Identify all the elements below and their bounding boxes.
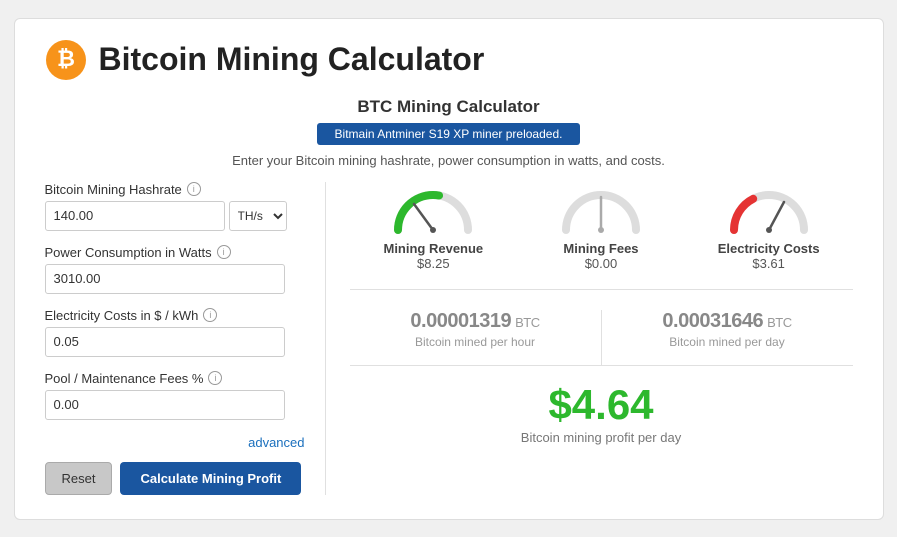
subtitle-desc: Enter your Bitcoin mining hashrate, powe… — [45, 153, 853, 168]
btc-per-hour: 0.00001319BTC Bitcoin mined per hour — [350, 310, 602, 365]
hashrate-input-row: TH/s GH/s MH/s — [45, 201, 305, 231]
btc-hour-amount: 0.00001319BTC — [350, 310, 601, 333]
btc-hour-desc: Bitcoin mined per hour — [350, 335, 601, 349]
miner-badge: Bitmain Antminer S19 XP miner preloaded. — [317, 123, 581, 145]
gauge-revenue-svg — [388, 182, 478, 237]
electricity-label: Electricity Costs in $ / kWh i — [45, 308, 305, 323]
right-panel: Mining Revenue $8.25 Mining Fees $0.00 — [325, 182, 853, 495]
gauge-revenue-value: $8.25 — [373, 256, 493, 271]
subtitle-title: BTC Mining Calculator — [45, 97, 853, 117]
gauge-fees-svg — [556, 182, 646, 237]
power-group: Power Consumption in Watts i — [45, 245, 305, 294]
hashrate-unit-select[interactable]: TH/s GH/s MH/s — [229, 201, 287, 231]
main-card: ₿ Bitcoin Mining Calculator BTC Mining C… — [14, 18, 884, 520]
hashrate-group: Bitcoin Mining Hashrate i TH/s GH/s MH/s — [45, 182, 305, 231]
gauge-fees: Mining Fees $0.00 — [541, 182, 661, 271]
gauge-electricity-label: Electricity Costs — [709, 241, 829, 256]
profit-section: $4.64 Bitcoin mining profit per day — [350, 384, 853, 445]
electricity-group: Electricity Costs in $ / kWh i — [45, 308, 305, 357]
fees-info-icon[interactable]: i — [208, 371, 222, 385]
fees-input[interactable] — [45, 390, 285, 420]
btc-day-desc: Bitcoin mined per day — [602, 335, 853, 349]
gauge-electricity: Electricity Costs $3.61 — [709, 182, 829, 271]
reset-button[interactable]: Reset — [45, 462, 113, 495]
profit-desc: Bitcoin mining profit per day — [350, 430, 853, 445]
left-panel: Bitcoin Mining Hashrate i TH/s GH/s MH/s… — [45, 182, 325, 495]
calculate-button[interactable]: Calculate Mining Profit — [120, 462, 301, 495]
power-label: Power Consumption in Watts i — [45, 245, 305, 260]
hashrate-label: Bitcoin Mining Hashrate i — [45, 182, 305, 197]
gauge-electricity-value: $3.61 — [709, 256, 829, 271]
header: ₿ Bitcoin Mining Calculator — [45, 39, 853, 81]
svg-text:₿: ₿ — [57, 46, 75, 71]
advanced-link-container: advanced — [45, 434, 305, 452]
subtitle-section: BTC Mining Calculator Bitmain Antminer S… — [45, 97, 853, 168]
profit-value: $4.64 — [350, 384, 853, 426]
buttons-row: Reset Calculate Mining Profit — [45, 462, 305, 495]
btc-per-day: 0.00031646BTC Bitcoin mined per day — [602, 310, 853, 365]
main-layout: Bitcoin Mining Hashrate i TH/s GH/s MH/s… — [45, 182, 853, 495]
fees-label: Pool / Maintenance Fees % i — [45, 371, 305, 386]
hashrate-input[interactable] — [45, 201, 225, 231]
gauge-revenue-label: Mining Revenue — [373, 241, 493, 256]
electricity-input[interactable] — [45, 327, 285, 357]
gauge-fees-label: Mining Fees — [541, 241, 661, 256]
hashrate-info-icon[interactable]: i — [187, 182, 201, 196]
page-title: Bitcoin Mining Calculator — [99, 41, 485, 78]
advanced-link[interactable]: advanced — [248, 435, 304, 450]
gauge-revenue: Mining Revenue $8.25 — [373, 182, 493, 271]
gauge-fees-value: $0.00 — [541, 256, 661, 271]
gauge-electricity-svg — [724, 182, 814, 237]
btc-row: 0.00001319BTC Bitcoin mined per hour 0.0… — [350, 310, 853, 366]
electricity-info-icon[interactable]: i — [203, 308, 217, 322]
btc-day-amount: 0.00031646BTC — [602, 310, 853, 333]
gauges-row: Mining Revenue $8.25 Mining Fees $0.00 — [350, 182, 853, 290]
fees-group: Pool / Maintenance Fees % i — [45, 371, 305, 420]
power-input[interactable] — [45, 264, 285, 294]
power-info-icon[interactable]: i — [217, 245, 231, 259]
bitcoin-icon: ₿ — [45, 39, 87, 81]
